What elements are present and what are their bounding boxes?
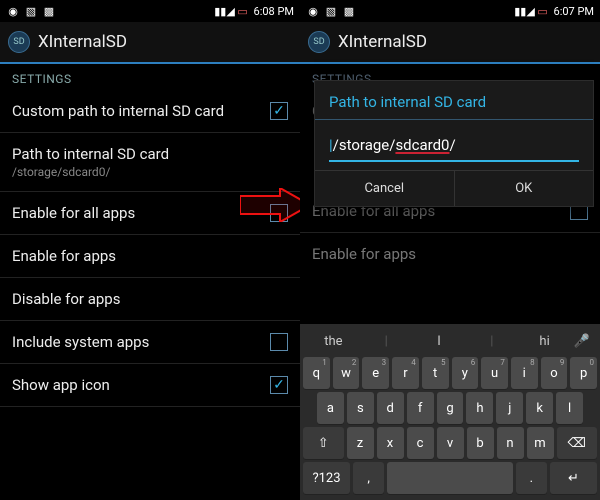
app-title: XInternalSD xyxy=(338,32,427,52)
status-bar: ◉ ▧ ▩ ▮▮◢ ▭ 6:08 PM xyxy=(0,0,300,22)
row-title: Show app icon xyxy=(12,376,262,394)
key-y[interactable]: y6 xyxy=(452,357,479,389)
row-title: Custom path to internal SD card xyxy=(12,102,262,120)
signal-icon: ▮▮◢ xyxy=(218,4,232,18)
key-m[interactable]: m xyxy=(527,427,554,459)
key-period[interactable]: . xyxy=(516,462,547,494)
notification-icon: ▩ xyxy=(342,4,356,18)
row-custom-path[interactable]: Custom path to internal SD card ✓ xyxy=(0,90,300,133)
row-enable-for[interactable]: Enable for apps xyxy=(0,235,300,278)
row-show-icon[interactable]: Show app icon ✓ xyxy=(0,364,300,407)
action-bar: SD XInternalSD xyxy=(300,22,600,64)
key-a[interactable]: a xyxy=(317,392,344,424)
key-o[interactable]: o9 xyxy=(541,357,568,389)
row-title: Enable for apps xyxy=(12,247,288,265)
key-h[interactable]: h xyxy=(466,392,493,424)
key-i[interactable]: i8 xyxy=(511,357,538,389)
notification-icon: ▩ xyxy=(42,4,56,18)
section-header: SETTINGS xyxy=(0,64,300,90)
app-icon: SD xyxy=(8,31,30,53)
key-s[interactable]: s xyxy=(347,392,374,424)
checkbox-checked-icon[interactable]: ✓ xyxy=(270,376,288,394)
row-title: Enable for all apps xyxy=(12,204,262,222)
suggestion-bar: the | I | hi 🎤 xyxy=(303,328,597,357)
key-v[interactable]: v xyxy=(437,427,464,459)
settings-list: Custom path to internal SD card ✓ Path t… xyxy=(0,90,300,407)
key-j[interactable]: j xyxy=(496,392,523,424)
key-b[interactable]: b xyxy=(467,427,494,459)
row-title: Enable for apps xyxy=(312,245,588,263)
ok-button[interactable]: OK xyxy=(454,171,594,206)
row-subtitle: /storage/sdcard0/ xyxy=(12,165,288,179)
key-symbols[interactable]: ?123 xyxy=(303,462,350,494)
key-space[interactable] xyxy=(387,462,512,494)
checkbox-checked-icon[interactable]: ✓ xyxy=(270,102,288,120)
screen-left: ◉ ▧ ▩ ▮▮◢ ▭ 6:08 PM SD XInternalSD SETTI… xyxy=(0,0,300,500)
row-disable-for[interactable]: Disable for apps xyxy=(0,278,300,321)
key-shift[interactable]: ⇧ xyxy=(303,427,344,459)
status-bar: ◉ ▧ ▩ ▮▮◢ ▭ 6:07 PM xyxy=(300,0,600,22)
key-w[interactable]: w2 xyxy=(333,357,360,389)
notification-icon: ◉ xyxy=(6,4,20,18)
key-z[interactable]: z xyxy=(347,427,374,459)
dialog-path-input: Path to internal SD card |/storage/sdcar… xyxy=(314,80,594,207)
key-d[interactable]: d xyxy=(377,392,404,424)
key-comma[interactable]: , xyxy=(353,462,384,494)
row-enable-all[interactable]: Enable for all apps ✓ xyxy=(0,192,300,235)
signal-icon: ▮▮◢ xyxy=(518,4,532,18)
suggestion[interactable]: hi xyxy=(518,334,571,349)
battery-icon: ▭ xyxy=(536,4,550,18)
row-enable-for-dim: Enable for apps xyxy=(300,233,600,275)
key-f[interactable]: f xyxy=(407,392,434,424)
key-p[interactable]: p0 xyxy=(570,357,597,389)
app-icon: SD xyxy=(308,31,330,53)
suggestion[interactable]: the xyxy=(307,334,360,349)
notification-icon: ◉ xyxy=(306,4,320,18)
clock: 6:08 PM xyxy=(254,5,294,18)
row-path[interactable]: Path to internal SD card /storage/sdcard… xyxy=(0,133,300,192)
dialog-title: Path to internal SD card xyxy=(315,81,593,120)
notification-icon: ▧ xyxy=(324,4,338,18)
key-backspace[interactable]: ⌫ xyxy=(557,427,598,459)
key-c[interactable]: c xyxy=(407,427,434,459)
key-k[interactable]: k xyxy=(526,392,553,424)
checkbox-unchecked-icon[interactable]: ✓ xyxy=(270,204,288,222)
row-title: Path to internal SD card xyxy=(12,145,288,163)
key-g[interactable]: g xyxy=(437,392,464,424)
app-title: XInternalSD xyxy=(38,32,127,52)
key-q[interactable]: q1 xyxy=(303,357,330,389)
row-include-system[interactable]: Include system apps ✓ xyxy=(0,321,300,364)
path-input[interactable]: |/storage/sdcard0/ xyxy=(329,132,579,162)
key-e[interactable]: e3 xyxy=(362,357,389,389)
key-l[interactable]: l xyxy=(556,392,583,424)
row-title: Include system apps xyxy=(12,333,262,351)
key-u[interactable]: u7 xyxy=(481,357,508,389)
checkbox-unchecked-icon[interactable]: ✓ xyxy=(270,333,288,351)
notification-icon: ▧ xyxy=(24,4,38,18)
mic-icon[interactable]: 🎤 xyxy=(571,334,593,349)
key-enter[interactable]: ↵ xyxy=(550,462,597,494)
screen-right: ◉ ▧ ▩ ▮▮◢ ▭ 6:07 PM SD XInternalSD SETTI… xyxy=(300,0,600,500)
soft-keyboard: the | I | hi 🎤 q1w2e3r4t5y6u7i8o9p0 asdf… xyxy=(300,324,600,500)
key-x[interactable]: x xyxy=(377,427,404,459)
battery-icon: ▭ xyxy=(236,4,250,18)
clock: 6:07 PM xyxy=(554,5,594,18)
key-t[interactable]: t5 xyxy=(422,357,449,389)
key-n[interactable]: n xyxy=(497,427,524,459)
row-title: Disable for apps xyxy=(12,290,288,308)
key-r[interactable]: r4 xyxy=(392,357,419,389)
action-bar: SD XInternalSD xyxy=(0,22,300,64)
cancel-button[interactable]: Cancel xyxy=(315,171,454,206)
suggestion[interactable]: I xyxy=(413,334,466,349)
